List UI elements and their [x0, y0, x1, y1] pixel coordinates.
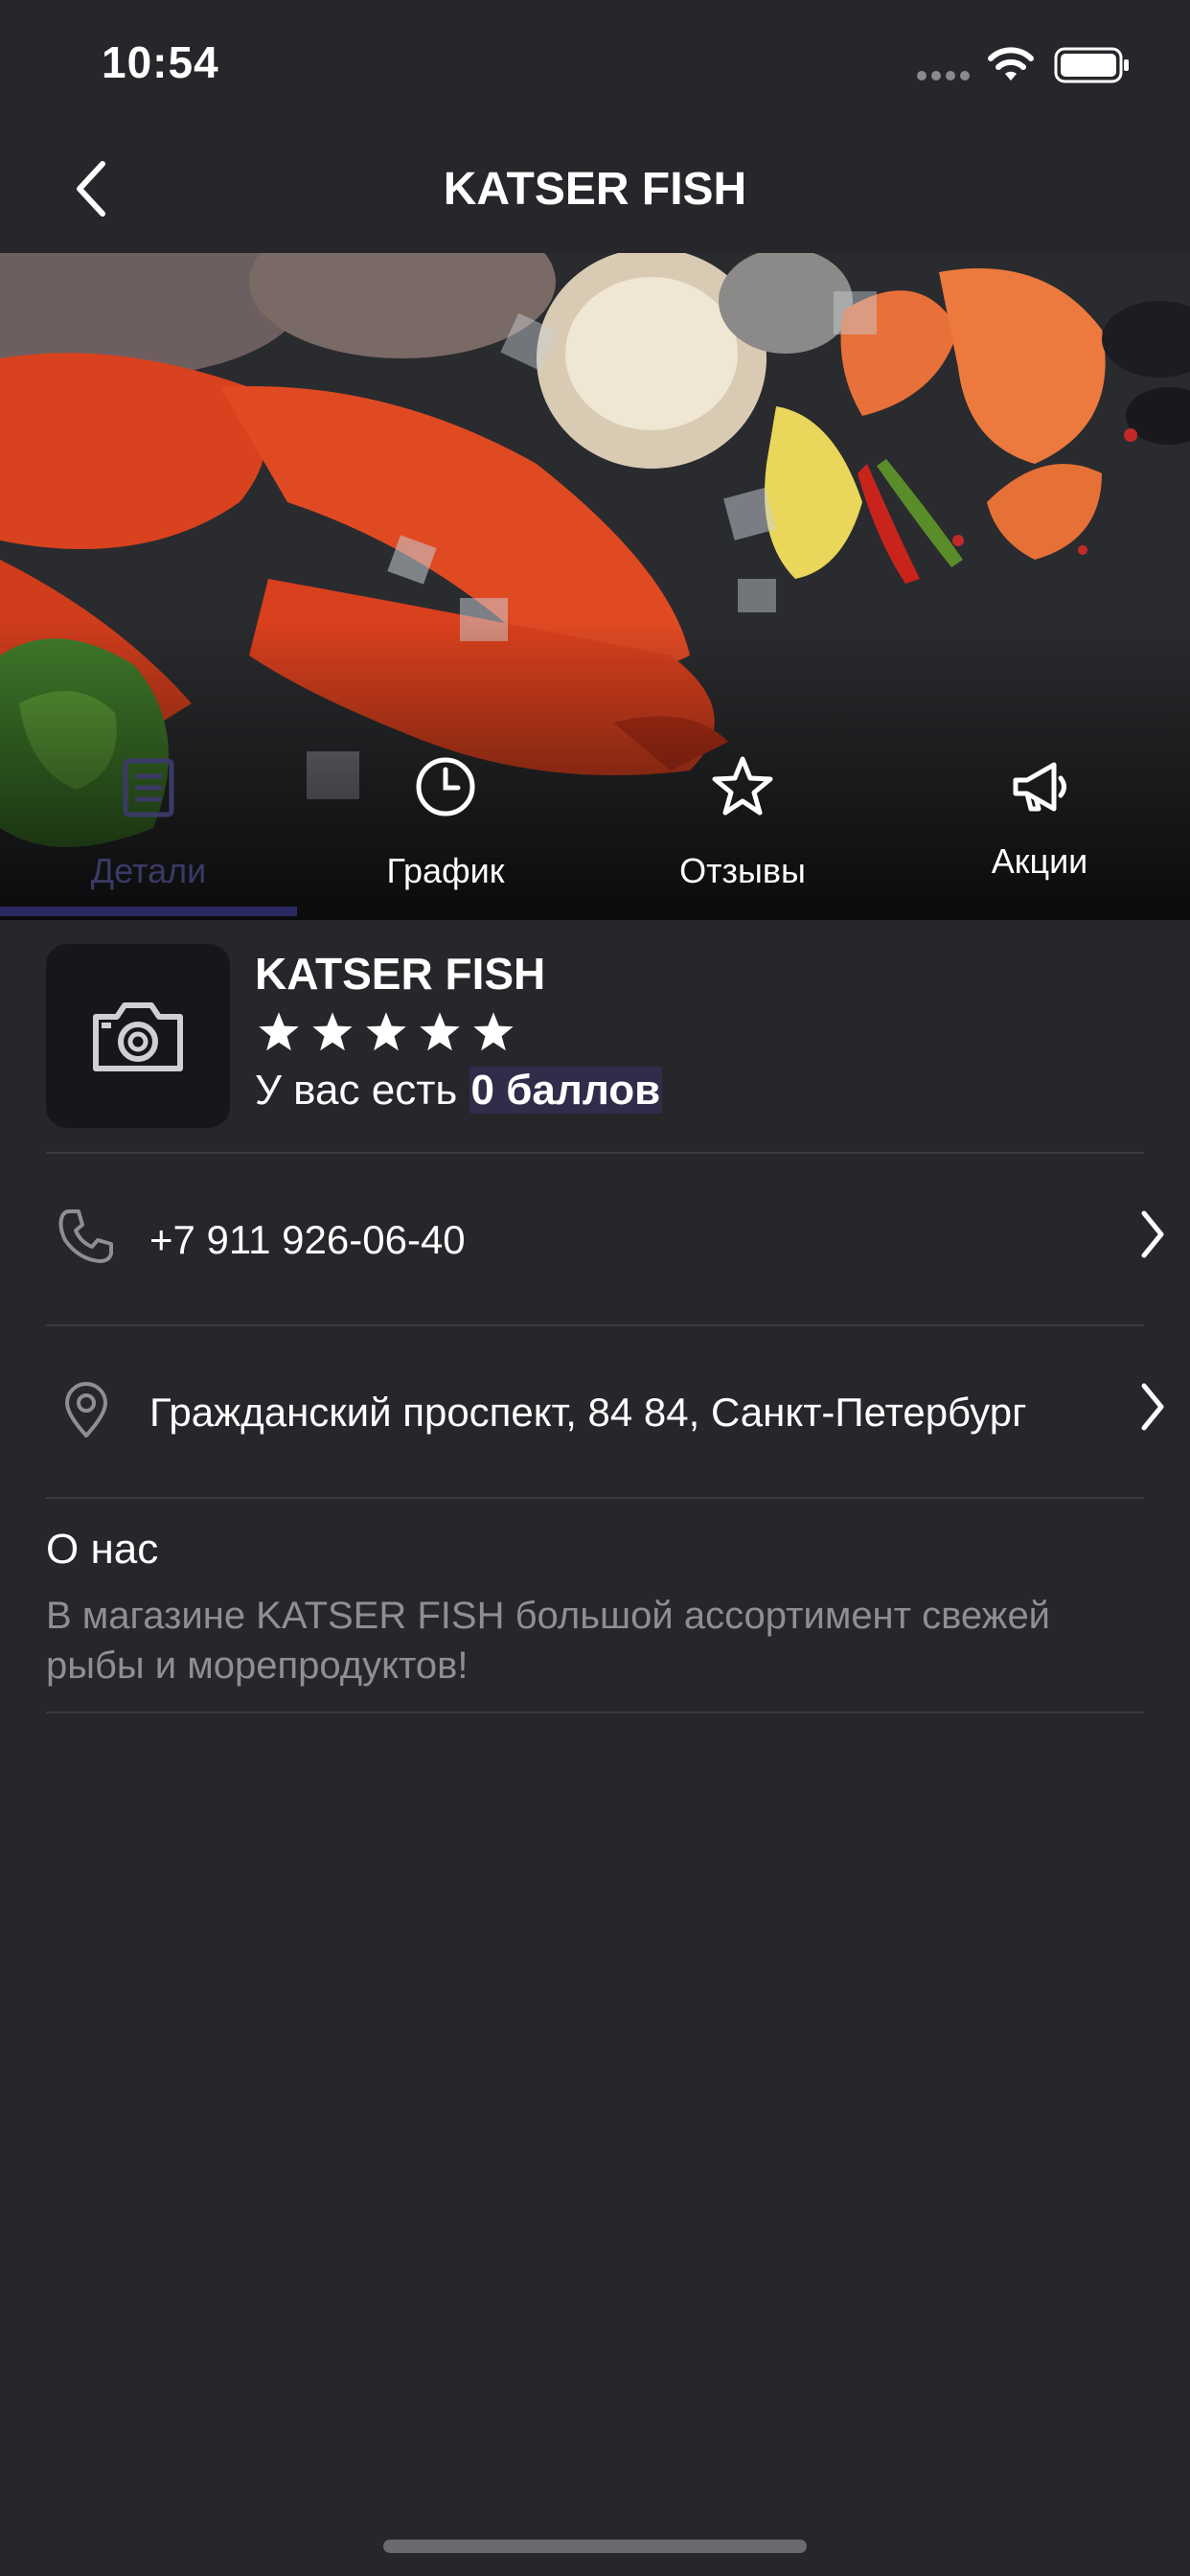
divider: [46, 1152, 1144, 1154]
tab-schedule[interactable]: График: [297, 728, 594, 920]
points-value: 0 баллов: [469, 1067, 663, 1114]
address-row[interactable]: Гражданский проспект, 84 84, Санкт-Петер…: [46, 1336, 1167, 1489]
tab-label: Детали: [90, 851, 207, 890]
shop-header: KATSER FISH У вас есть 0 баллов: [46, 944, 1144, 1155]
shop-name: KATSER FISH: [255, 949, 546, 999]
battery-icon: [1054, 47, 1129, 83]
shop-photo-placeholder[interactable]: [46, 944, 230, 1128]
divider: [46, 1497, 1144, 1499]
tab-label: График: [386, 851, 505, 890]
status-time: 10:54: [102, 37, 219, 87]
chevron-right-icon: [1141, 1383, 1164, 1431]
camera-icon: [93, 1002, 183, 1071]
tab-promotions[interactable]: Акции: [891, 728, 1188, 920]
phone-number: +7 911 926-06-40: [149, 1217, 466, 1262]
tab-details[interactable]: Детали: [0, 728, 297, 920]
home-indicator[interactable]: [383, 2540, 807, 2553]
star-icon: [312, 1012, 353, 1051]
status-bar: 10:54: [0, 0, 1190, 126]
chevron-right-icon: [1141, 1210, 1164, 1258]
star-icon: [420, 1012, 460, 1051]
about-title: О нас: [46, 1526, 159, 1573]
phone-row[interactable]: +7 911 926-06-40: [46, 1163, 1167, 1317]
wifi-icon: [988, 47, 1034, 80]
tab-reviews[interactable]: Отзывы: [594, 728, 891, 920]
tab-label: Акции: [991, 841, 1088, 881]
divider: [46, 1712, 1144, 1714]
loyalty-points: У вас есть 0 баллов: [255, 1067, 663, 1115]
about-text: В магазине KATSER FISH большой ассортиме…: [46, 1595, 1051, 1687]
phone-icon: [58, 1209, 113, 1263]
active-tab-indicator: [0, 907, 297, 916]
details-icon: [123, 758, 174, 817]
megaphone-icon: [1013, 762, 1066, 812]
star-icon: [473, 1012, 514, 1051]
clock-icon: [416, 757, 475, 816]
star-icon: [259, 1012, 299, 1051]
divider: [46, 1324, 1144, 1326]
navigation-bar: KATSER FISH: [0, 126, 1190, 253]
tab-bar: Детали График Отзывы Акции: [0, 728, 1190, 920]
signal-icon: [917, 71, 970, 80]
address-text: Гражданский проспект, 84 84, Санкт-Петер…: [149, 1390, 1027, 1435]
location-pin-icon: [65, 1382, 107, 1438]
rating-stars: [255, 1009, 517, 1055]
star-icon: [366, 1012, 406, 1051]
points-prefix: У вас есть: [255, 1067, 458, 1114]
star-outline-icon: [712, 756, 773, 816]
tab-label: Отзывы: [679, 851, 806, 890]
page-title: KATSER FISH: [443, 164, 747, 215]
